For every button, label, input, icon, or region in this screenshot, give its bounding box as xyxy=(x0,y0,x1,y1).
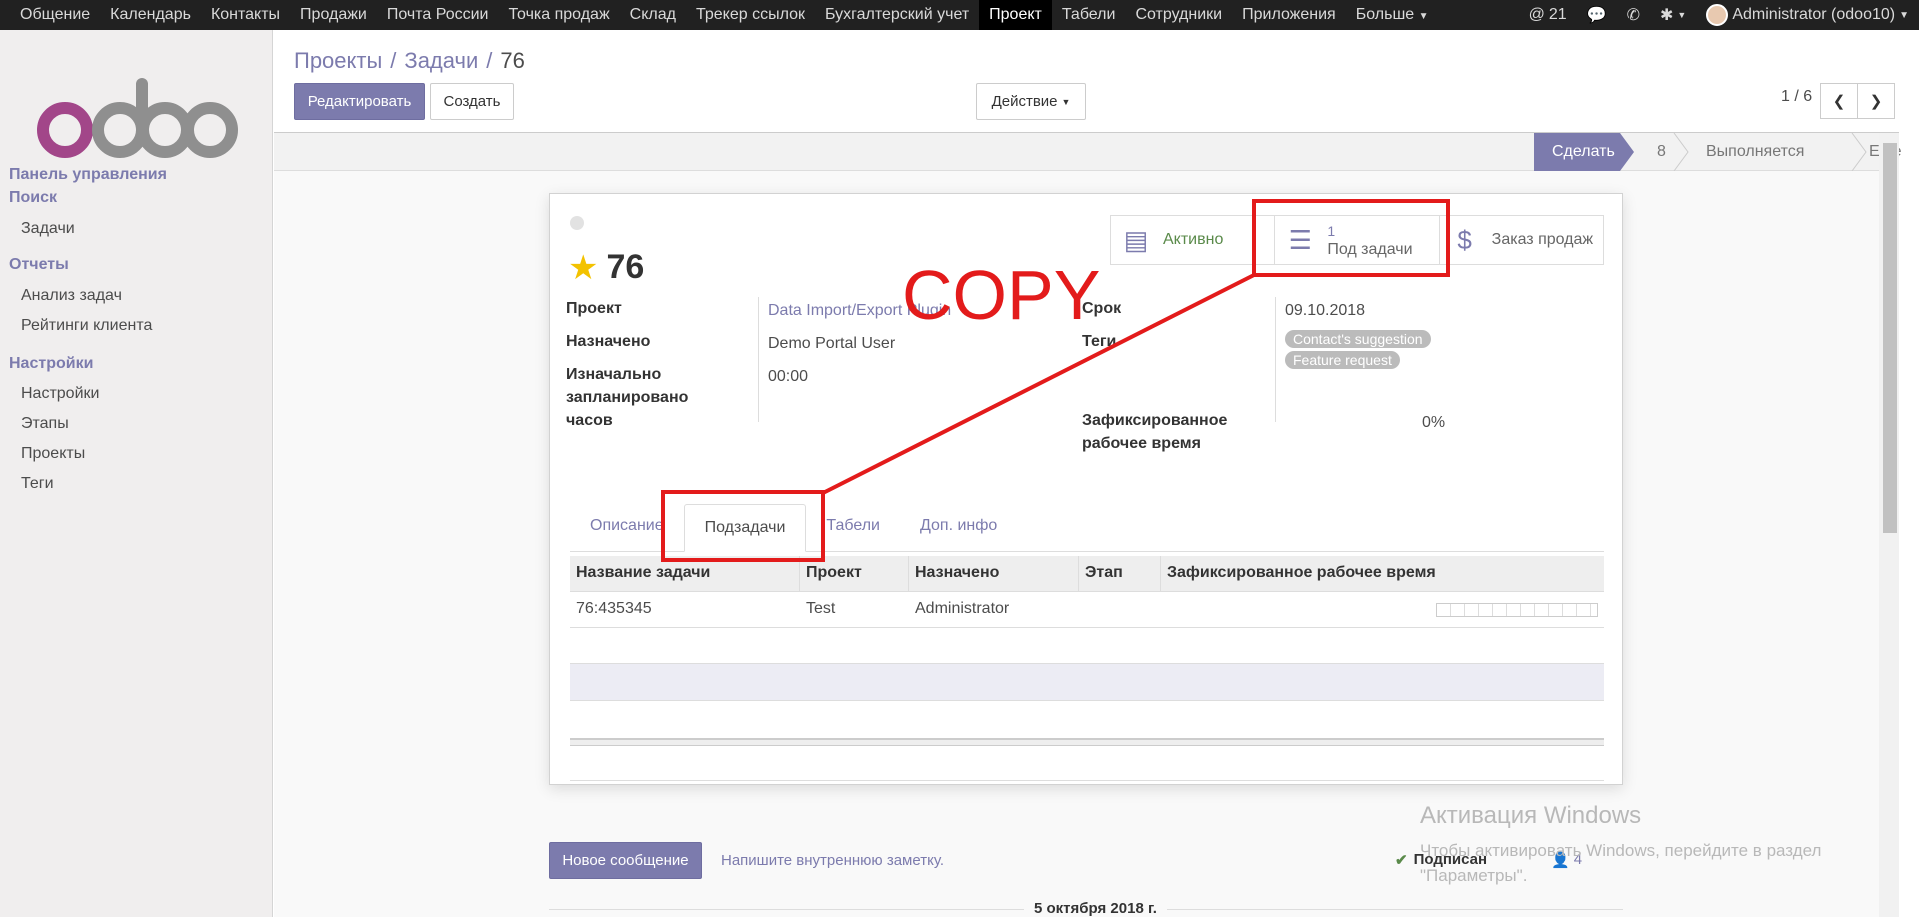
annotation-copy-label: COPY xyxy=(902,256,1101,334)
annotation-arrow xyxy=(822,273,1255,495)
